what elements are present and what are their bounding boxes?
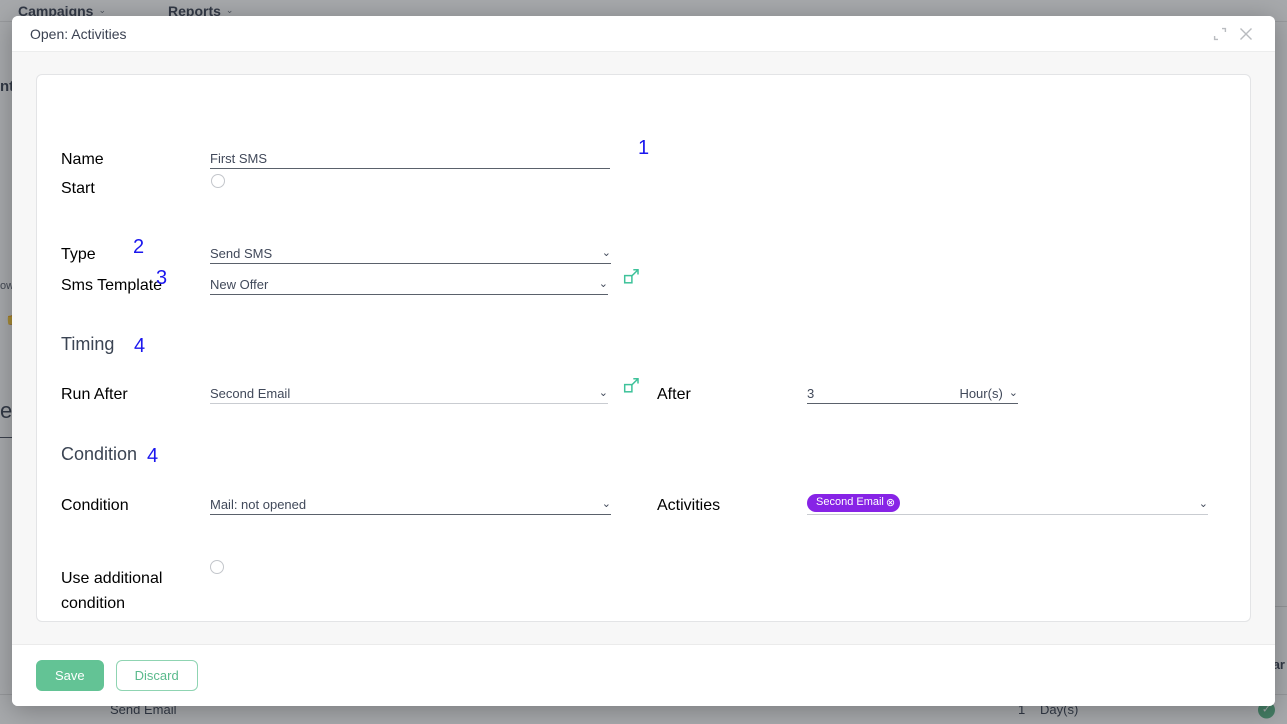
chevron-down-icon: ⌄ [1008, 387, 1018, 399]
start-label: Start [61, 180, 95, 197]
use-additional-condition-label-line2: condition [61, 594, 126, 612]
activity-tag[interactable]: Second Email ⊗ [807, 494, 901, 512]
use-additional-condition-label: Use additional condition [61, 567, 181, 617]
annotation-3: 3 [156, 267, 168, 289]
timing-section-title: Timing [61, 334, 115, 354]
annotation-condition: 4 [147, 445, 159, 467]
dialog-body: Name First SMS 1 Start Type 2 Send SMS ⌄… [12, 52, 1275, 644]
condition-select-value: Mail: not opened [210, 497, 307, 512]
condition-section-title: Condition [61, 444, 138, 464]
after-label: After [657, 386, 691, 403]
name-input[interactable]: First SMS [210, 145, 610, 169]
remove-tag-icon[interactable]: ⊗ [886, 497, 895, 509]
run-after-select[interactable]: Second Email ⌄ [210, 380, 608, 404]
condition-select[interactable]: Mail: not opened ⌄ [210, 491, 611, 515]
use-additional-condition-toggle[interactable] [210, 560, 224, 574]
chevron-down-icon: ⌄ [598, 278, 608, 290]
activities-label: Activities [657, 497, 721, 514]
dialog-title: Open: Activities [30, 25, 127, 42]
discard-button[interactable]: Discard [115, 660, 198, 691]
sms-template-label: Sms Template [61, 277, 163, 294]
dialog-footer: Save Discard [12, 644, 1275, 706]
activities-tag-list: Second Email ⊗ [807, 494, 1193, 512]
external-link-icon[interactable] [622, 376, 640, 394]
expand-icon[interactable] [1207, 21, 1233, 47]
type-select[interactable]: Send SMS ⌄ [210, 240, 611, 264]
chevron-down-icon: ⌄ [1198, 498, 1208, 510]
use-additional-condition-label-line1: Use additional [61, 570, 163, 587]
run-after-select-value: Second Email [210, 386, 291, 401]
after-duration-input[interactable]: 3 Hour(s) ⌄ [807, 380, 1018, 404]
form-sheet: Name First SMS 1 Start Type 2 Send SMS ⌄… [36, 74, 1251, 622]
dialog-header: Open: Activities [12, 16, 1275, 52]
annotation-timing: 4 [134, 335, 146, 357]
sms-template-select[interactable]: New Offer ⌄ [210, 271, 608, 295]
activities-dialog: Open: Activities Name First SMS 1 Start … [12, 16, 1275, 706]
name-input-value: First SMS [210, 151, 268, 166]
run-after-label: Run After [61, 386, 128, 403]
after-duration-value: 3 [807, 386, 815, 401]
chevron-down-icon: ⌄ [601, 247, 611, 259]
type-select-value: Send SMS [210, 246, 273, 261]
condition-label: Condition [61, 497, 129, 514]
chevron-down-icon: ⌄ [598, 387, 608, 399]
close-icon[interactable] [1233, 21, 1259, 47]
annotation-2: 2 [133, 236, 145, 258]
activities-multiselect[interactable]: Second Email ⊗ ⌄ [807, 489, 1208, 515]
name-label: Name [61, 151, 104, 168]
after-duration-unit: Hour(s) [959, 386, 1003, 401]
save-button[interactable]: Save [36, 660, 104, 691]
sms-template-select-value: New Offer [210, 277, 269, 292]
chevron-down-icon: ⌄ [601, 498, 611, 510]
start-toggle[interactable] [211, 174, 225, 188]
external-link-icon[interactable] [622, 267, 640, 285]
annotation-1: 1 [638, 137, 650, 159]
activity-tag-label: Second Email [816, 496, 884, 509]
